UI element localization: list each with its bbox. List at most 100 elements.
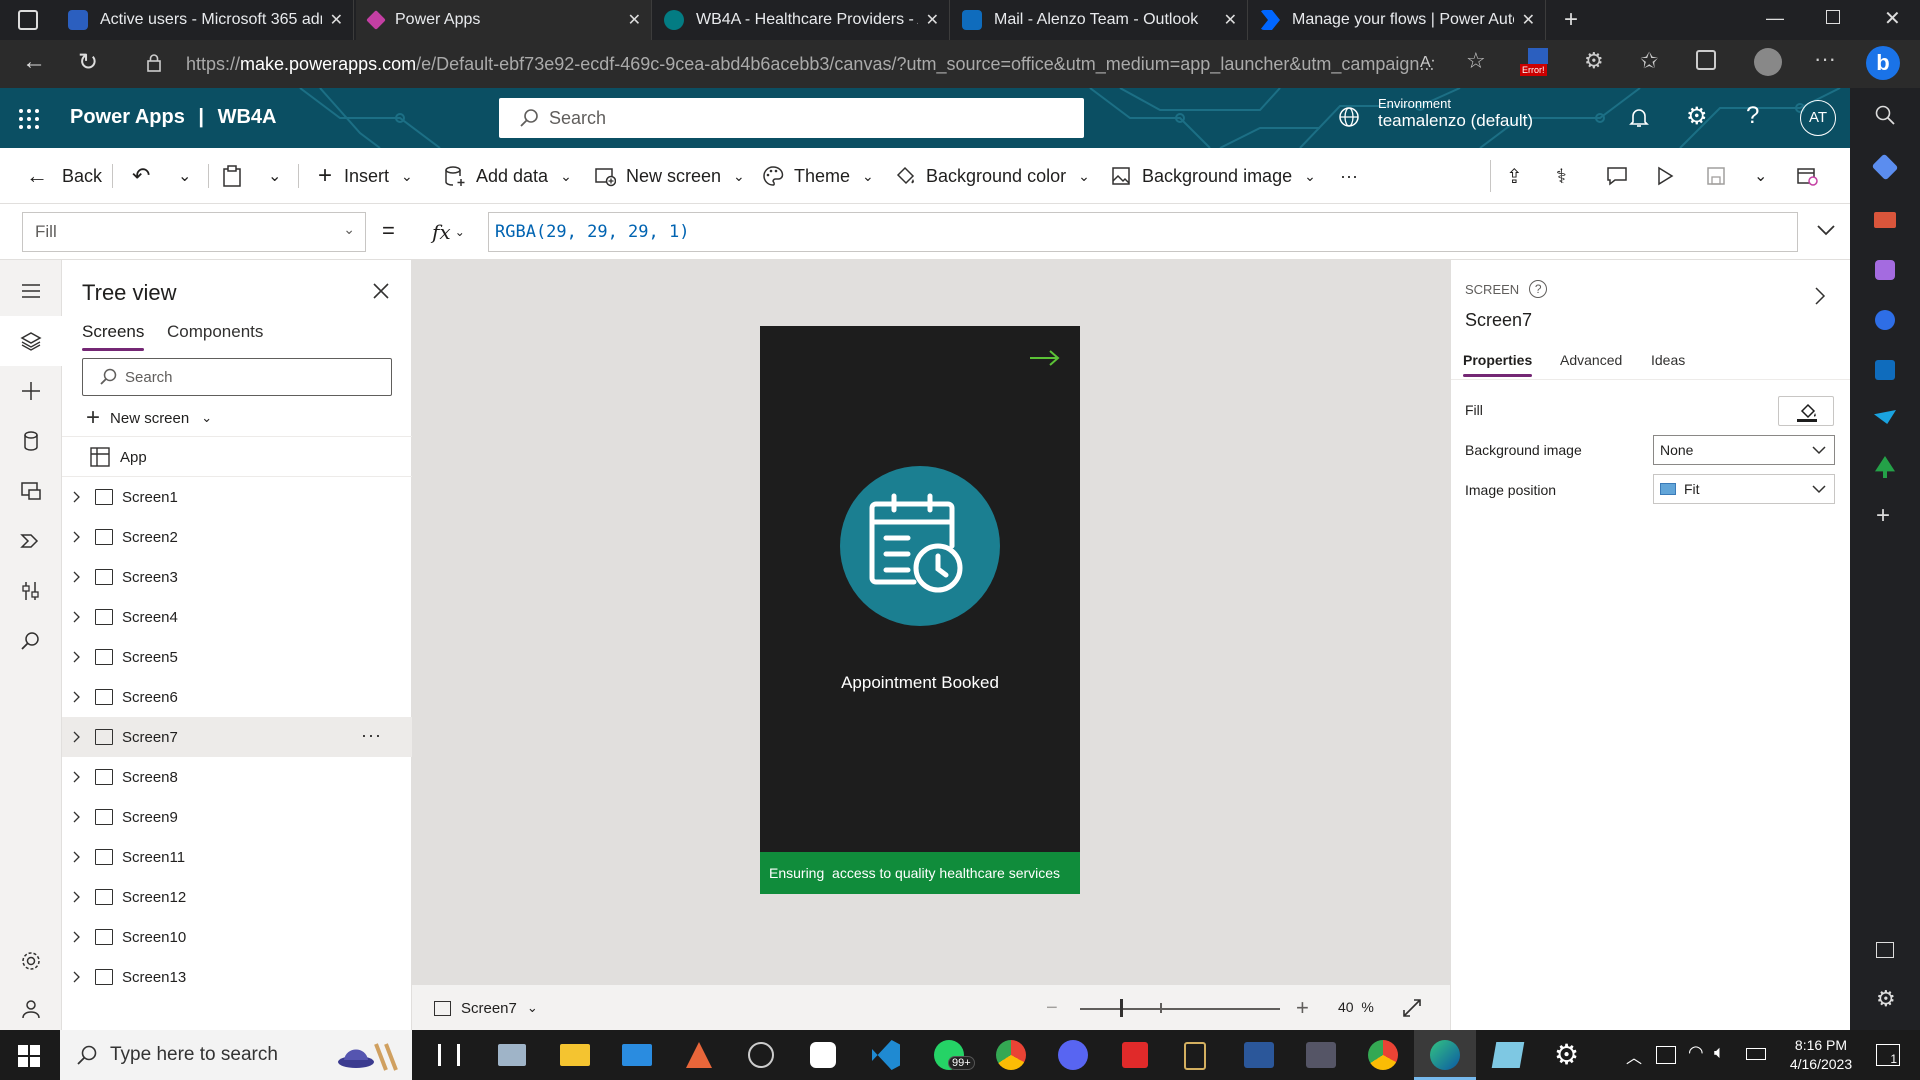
tree-item-screen[interactable]: Screen1 [62,477,412,517]
expand-formula-chevron-icon[interactable] [1814,218,1838,242]
background-image-button[interactable]: Background image ⌄ [1110,148,1316,204]
new-screen-link[interactable]: + New screen ⌄ [86,403,212,433]
windows-start-icon[interactable] [18,1045,40,1067]
app-launcher-icon[interactable] [18,108,40,130]
taskbar-app-icon[interactable] [498,1044,526,1066]
close-tab-icon[interactable]: ✕ [330,10,343,30]
environment-picker[interactable]: Environment teamalenzo (default) [1378,96,1533,131]
notes-app-icon[interactable] [1491,1042,1525,1068]
add-data-button[interactable]: Add data ⌄ [444,148,572,204]
chevron-right-icon[interactable] [71,771,83,783]
discord-icon[interactable] [1058,1040,1088,1070]
matlab-icon[interactable] [686,1042,712,1068]
share-icon[interactable]: ⇪ [1506,148,1523,204]
tree-item-app[interactable]: App [62,437,412,477]
close-icon[interactable] [372,282,390,300]
edge-active-taskbar-item[interactable] [1414,1030,1476,1080]
tree-item-screen[interactable]: Screen12 [62,877,412,917]
restore-icon[interactable] [1826,10,1840,24]
tab-components[interactable]: Components [167,322,263,342]
insert-button[interactable]: + Insert ⌄ [318,148,413,204]
chevron-right-icon[interactable] [71,491,83,503]
tree-item-screen[interactable]: Screen5 [62,637,412,677]
photo-app-icon[interactable] [1306,1042,1336,1068]
tree-item-screen[interactable]: Screen13 [62,957,412,997]
save-icon[interactable] [1706,148,1726,204]
chevron-right-icon[interactable] [71,971,83,983]
tree-item-screen[interactable]: Screen10 [62,917,412,957]
search-icon[interactable] [20,630,42,652]
tools-briefcase-icon[interactable] [1874,212,1896,228]
tab-advanced[interactable]: Advanced [1560,352,1622,368]
close-tab-icon[interactable]: ✕ [628,10,641,30]
close-tab-icon[interactable]: ✕ [926,10,939,30]
settings-gear-icon[interactable] [20,950,42,972]
media-icon[interactable] [20,480,42,502]
chrome-icon[interactable] [996,1040,1026,1070]
tab-outlook[interactable]: Mail - Alenzo Team - Outlook ✕ [952,0,1248,40]
background-image-dropdown[interactable]: None [1653,435,1835,465]
tree-item-screen[interactable]: Screen2 [62,517,412,557]
hamburger-menu-icon[interactable] [20,280,42,302]
sidebar-settings-icon[interactable]: ⚙ [1876,986,1896,1012]
tab-active-users[interactable]: Active users - Microsoft 365 adm ✕ [58,0,354,40]
collections-icon[interactable] [1696,50,1716,70]
tree-item-screen[interactable]: Screen9 [62,797,412,837]
formula-input[interactable]: RGBA(29, 29, 29, 1) [488,212,1798,252]
virtual-agent-icon[interactable] [20,998,42,1020]
back-button[interactable]: ← Back [26,148,102,204]
chevron-right-icon[interactable] [71,691,83,703]
property-dropdown[interactable]: Fill ⌄ [22,212,366,252]
help-icon[interactable]: ? [1529,280,1548,298]
tab-properties[interactable]: Properties [1463,352,1533,377]
global-search-input[interactable]: Search [499,98,1084,138]
tree-search-input[interactable]: Search [82,358,392,396]
search-icon[interactable] [1874,104,1896,126]
help-icon[interactable]: ? [1746,102,1759,130]
extension-error-icon[interactable]: Error! [1520,48,1556,78]
chevron-right-icon[interactable] [71,891,83,903]
data-database-icon[interactable] [20,430,42,452]
app-checker-icon[interactable]: ⚕ [1556,148,1567,204]
more-menu-icon[interactable]: ··· [1814,46,1836,72]
chevron-right-icon[interactable] [71,531,83,543]
file-explorer-icon[interactable] [560,1044,590,1066]
tab-power-apps[interactable]: Power Apps ✕ [356,0,652,40]
screen-picker[interactable]: Screen7 ⌄ [434,995,538,1021]
tab-actions-icon[interactable] [18,10,38,30]
background-color-button[interactable]: Background color ⌄ [894,148,1090,204]
url-field[interactable]: https://make.powerapps.com/e/Default-ebf… [186,44,1486,84]
zoom-out-icon[interactable]: − [1046,997,1058,1020]
add-sidebar-app-icon[interactable]: + [1876,502,1890,530]
settings-gear-icon[interactable]: ⚙ [1686,102,1708,131]
tree-icon[interactable] [1875,456,1895,478]
fill-color-picker[interactable] [1778,396,1834,426]
close-tab-icon[interactable]: ✕ [1224,10,1237,30]
chevron-right-icon[interactable] [71,731,83,743]
reader-app-icon[interactable] [1184,1042,1206,1070]
power-automate-flow-icon[interactable] [20,530,42,552]
close-tab-icon[interactable]: ✕ [1522,10,1535,30]
tab-power-automate[interactable]: Manage your flows | Power Auto ✕ [1250,0,1546,40]
zoom-in-icon[interactable]: + [1296,995,1309,1021]
mail-icon[interactable] [622,1044,652,1066]
games-icon[interactable] [1875,260,1895,280]
tab-wb4a[interactable]: WB4A - Healthcare Providers - A ✕ [654,0,950,40]
undo-icon[interactable]: ↶ [132,148,150,204]
chrome-profile-icon[interactable] [1368,1040,1398,1070]
paste-chevron-icon[interactable]: ⌄ [268,148,281,204]
layers-tree-view-icon[interactable] [20,330,42,352]
battery-icon[interactable] [1746,1048,1766,1060]
paste-icon[interactable] [222,148,242,204]
volume-icon[interactable]: 🔈︎ [1714,1042,1725,1063]
vscode-icon[interactable] [872,1040,900,1070]
outlook-icon[interactable] [1875,360,1895,380]
tree-item-screen[interactable]: Screen8 [62,757,412,797]
send-drop-icon[interactable] [1874,410,1896,424]
chevron-right-icon[interactable] [71,651,83,663]
zoom-slider-thumb[interactable] [1120,999,1123,1017]
fx-button[interactable]: fx ⌄ [416,212,486,252]
tree-item-screen[interactable]: Screen6 [62,677,412,717]
tab-screens[interactable]: Screens [82,322,145,351]
more-options-icon[interactable]: ··· [361,725,382,746]
